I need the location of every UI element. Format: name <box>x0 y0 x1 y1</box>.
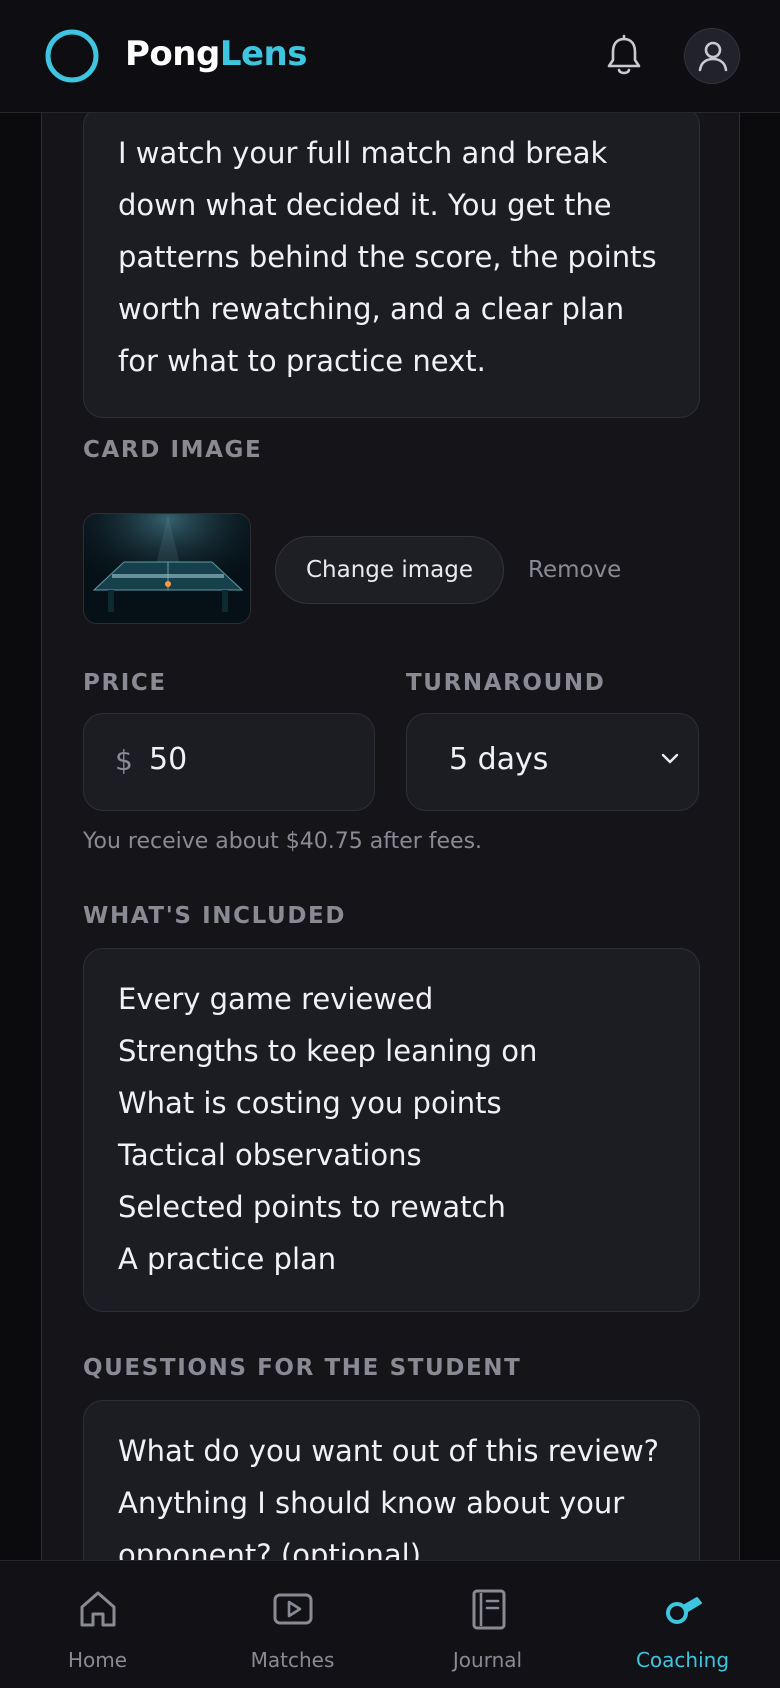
whats-included-textarea[interactable]: Every game reviewed Strengths to keep le… <box>83 948 700 1312</box>
turnaround-select[interactable]: 5 days <box>406 713 699 811</box>
remove-image-button[interactable]: Remove <box>528 536 621 604</box>
user-icon <box>698 41 728 72</box>
bottom-nav: Home Matches Journal Coaching <box>0 1560 780 1688</box>
description-text: I watch your full match and break down w… <box>118 136 657 378</box>
chevron-down-icon <box>661 753 679 764</box>
nav-item-journal[interactable]: Journal <box>390 1561 585 1688</box>
fee-note: You receive about $40.75 after fees. <box>83 829 483 854</box>
bell-icon[interactable] <box>604 34 644 78</box>
turnaround-value: 5 days <box>449 742 549 777</box>
brand-name: PongLens <box>125 34 308 74</box>
currency-symbol: $ <box>115 744 133 777</box>
nav-item-matches[interactable]: Matches <box>195 1561 390 1688</box>
price-value: 50 <box>149 742 188 777</box>
avatar-button[interactable] <box>684 28 740 84</box>
nav-label-journal: Journal <box>452 1648 523 1672</box>
brand-part-lens: Lens <box>219 34 308 74</box>
offering-form-panel: I watch your full match and break down w… <box>41 113 740 1560</box>
ping-pong-table-image <box>84 514 250 623</box>
card-image-thumbnail <box>83 513 251 624</box>
whats-included-text: Every game reviewed Strengths to keep le… <box>118 982 538 1276</box>
turnaround-label: TURNAROUND <box>406 670 606 696</box>
nav-item-coaching[interactable]: Coaching <box>585 1561 780 1688</box>
home-icon <box>80 1591 115 1627</box>
price-input[interactable]: $ 50 <box>83 713 375 811</box>
journal-icon <box>472 1589 505 1630</box>
card-image-label: CARD IMAGE <box>83 437 263 463</box>
nav-label-matches: Matches <box>250 1648 335 1672</box>
nav-label-home: Home <box>67 1648 128 1672</box>
nav-label-coaching: Coaching <box>635 1648 730 1672</box>
logo-ring-icon <box>45 29 99 83</box>
change-image-button[interactable]: Change image <box>275 536 504 604</box>
whats-included-label: WHAT'S INCLUDED <box>83 903 347 929</box>
whistle-icon <box>665 1597 702 1624</box>
description-textarea[interactable]: I watch your full match and break down w… <box>83 113 700 418</box>
questions-text: What do you want out of this review? Any… <box>118 1434 660 1560</box>
price-label: PRICE <box>83 670 167 696</box>
questions-textarea[interactable]: What do you want out of this review? Any… <box>83 1400 700 1560</box>
app-header: PongLens <box>0 0 780 113</box>
nav-item-home[interactable]: Home <box>0 1561 195 1688</box>
questions-label: QUESTIONS FOR THE STUDENT <box>83 1355 522 1381</box>
brand-part-pong: Pong <box>125 34 220 74</box>
play-icon <box>273 1593 312 1625</box>
